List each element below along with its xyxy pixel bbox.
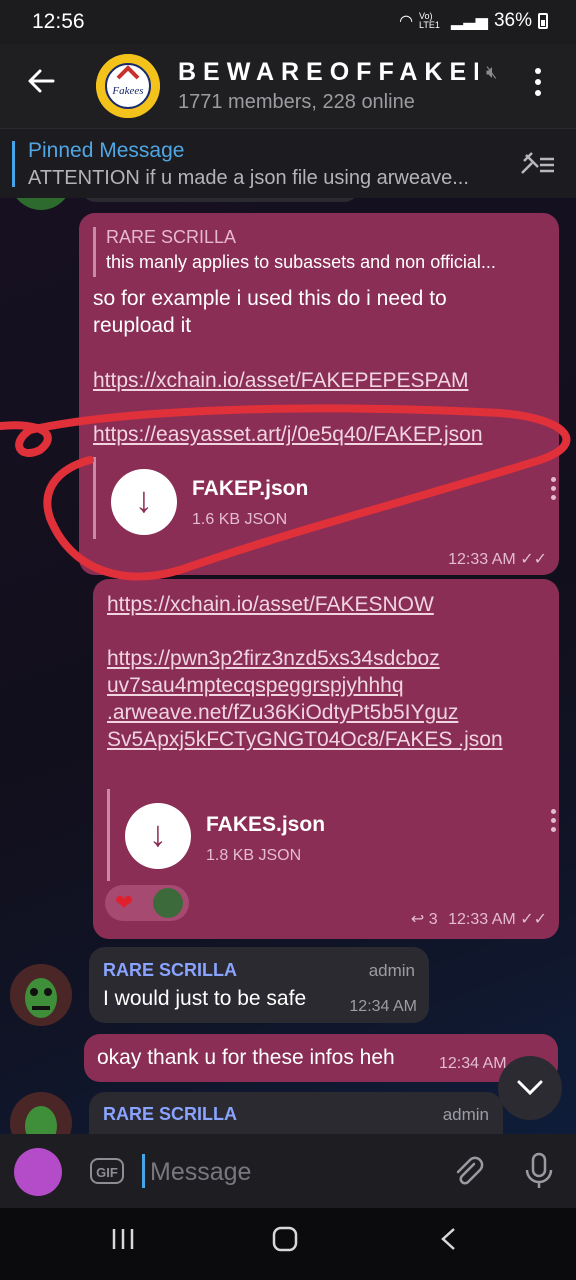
more-options-icon[interactable] bbox=[532, 68, 544, 104]
battery-percent: 36% bbox=[493, 10, 532, 31]
group-title[interactable]: BEWAREOFFAKER bbox=[178, 58, 478, 87]
reply-icon: ↩ bbox=[410, 911, 425, 928]
back-icon[interactable] bbox=[436, 1226, 462, 1259]
pinned-indicator bbox=[12, 141, 15, 187]
chevron-down-icon bbox=[498, 1070, 562, 1105]
home-icon[interactable] bbox=[272, 1226, 298, 1259]
red-annotation-scribble bbox=[0, 404, 571, 581]
message-link[interactable]: https://pwn3p2firz3nzd5xs34sdcboz uv7sau… bbox=[107, 645, 507, 753]
battery-icon bbox=[538, 13, 548, 29]
group-avatar[interactable]: Fakees bbox=[96, 54, 160, 118]
wifi-icon: ◠ bbox=[399, 13, 414, 30]
read-checks-icon: ✓✓ bbox=[520, 911, 547, 928]
file-name: FAKES.json bbox=[206, 813, 326, 836]
file-menu-icon[interactable] bbox=[550, 809, 556, 836]
message-bubble[interactable]: RARE SCRILLA admin bbox=[89, 1092, 503, 1134]
message-input[interactable] bbox=[148, 1152, 432, 1192]
admin-badge: admin bbox=[368, 961, 415, 980]
admin-badge: admin bbox=[442, 1105, 489, 1124]
signal-icon: ▂▃▅ bbox=[451, 13, 488, 30]
message-bubble[interactable]: okay thank u for these infos heh 12:34 A… bbox=[84, 1034, 558, 1082]
message-time: 12:34 AM bbox=[439, 1055, 507, 1072]
message-text: I would just to be safe bbox=[103, 987, 307, 1010]
muted-icon: 🔇︎ bbox=[486, 62, 498, 82]
text-cursor bbox=[142, 1154, 145, 1188]
microphone-icon[interactable] bbox=[524, 1152, 554, 1195]
attach-icon[interactable] bbox=[450, 1154, 484, 1196]
back-arrow-icon[interactable] bbox=[26, 66, 60, 100]
pinned-label: Pinned Message bbox=[28, 139, 185, 162]
time-label: 12:33 AM bbox=[448, 911, 516, 928]
group-member-count: 1771 members, 228 online bbox=[178, 91, 415, 113]
sender-name[interactable]: RARE SCRILLA bbox=[103, 1104, 237, 1125]
avatar[interactable] bbox=[10, 1092, 72, 1134]
message-bubble[interactable]: RARE SCRILLA admin I would just to be sa… bbox=[89, 947, 429, 1023]
message-time: 12:34 AM bbox=[349, 998, 417, 1015]
reply-count: 3 bbox=[428, 911, 438, 928]
scroll-down-button[interactable] bbox=[498, 1056, 562, 1120]
pinned-text: ATTENTION if u made a json file using ar… bbox=[28, 167, 469, 189]
reaction-chip[interactable]: ❤ bbox=[105, 885, 189, 921]
message-bubble[interactable]: https://xchain.io/asset/FAKESNOW https:/… bbox=[93, 579, 559, 939]
status-bar: 12:56 ◠ Vo) LTE1 ▂▃▅ 36% bbox=[0, 0, 576, 44]
sender-avatar[interactable] bbox=[14, 1148, 62, 1196]
network-label: Vo) LTE1 bbox=[419, 11, 440, 30]
sender-name[interactable]: RARE SCRILLA bbox=[103, 960, 237, 981]
chat-header: Fakees BEWAREOFFAKER 🔇︎ 1771 members, 22… bbox=[0, 44, 576, 128]
message-time: ↩ 3 12:33 AM ✓✓ bbox=[411, 909, 547, 929]
avatar[interactable] bbox=[10, 964, 72, 1026]
download-icon[interactable]: ↓ bbox=[125, 803, 191, 869]
file-size: 1.8 KB JSON bbox=[206, 847, 302, 864]
message-input-bar: GIF bbox=[0, 1134, 576, 1208]
status-icons: ◠ Vo) LTE1 ▂▃▅ 36% bbox=[399, 10, 548, 32]
gif-button[interactable]: GIF bbox=[90, 1158, 124, 1184]
message-text: okay thank u for these infos heh bbox=[97, 1046, 395, 1069]
heart-icon: ❤ bbox=[115, 890, 134, 915]
chat-area[interactable]: RARE SCRILLA this manly applies to subas… bbox=[0, 198, 576, 1134]
reactor-avatar bbox=[153, 888, 183, 918]
svg-text:Fakees: Fakees bbox=[111, 85, 143, 97]
file-attachment[interactable]: ↓ FAKES.json 1.8 KB JSON bbox=[107, 789, 556, 881]
pin-list-icon[interactable] bbox=[518, 151, 556, 184]
system-nav-bar bbox=[0, 1208, 576, 1280]
status-time: 12:56 bbox=[32, 10, 85, 33]
recent-apps-icon[interactable] bbox=[110, 1226, 136, 1259]
pinned-message-bar[interactable]: Pinned Message ATTENTION if u made a jso… bbox=[0, 128, 576, 199]
